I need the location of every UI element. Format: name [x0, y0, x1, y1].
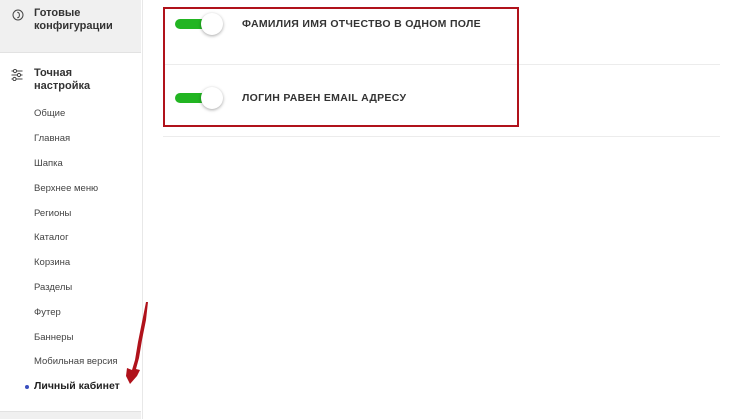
sidebar-item-regions[interactable]: Регионы — [34, 208, 71, 220]
sidebar-ready-label-line1: Готовые — [34, 7, 81, 19]
sliders-icon — [11, 69, 23, 81]
toggle-knob — [201, 87, 223, 109]
sidebar-ready-label-line2: конфигурации — [34, 20, 113, 32]
sidebar-item-cart[interactable]: Корзина — [34, 257, 70, 269]
toggle-knob — [201, 13, 223, 35]
sidebar-item-personal-account[interactable]: Личный кабинет — [34, 380, 120, 392]
active-item-dot — [25, 385, 29, 389]
circle-info-icon — [12, 9, 24, 21]
sidebar-item-top-menu[interactable]: Верхнее меню — [34, 183, 98, 195]
row-divider — [163, 64, 720, 65]
setting-row-fio-single-field: ФАМИЛИЯ ИМЯ ОТЧЕСТВО В ОДНОМ ПОЛЕ — [163, 5, 720, 65]
sidebar-section-ready-configs[interactable]: Готовые конфигурации — [0, 0, 141, 53]
settings-page: Готовые конфигурации Точная настройка Об… — [0, 0, 740, 419]
fio-single-field-toggle[interactable] — [175, 13, 223, 35]
sidebar-fine-label-line2: настройка — [34, 80, 91, 92]
sidebar-item-footer[interactable]: Футер — [34, 307, 61, 319]
setting-row-login-is-email: ЛОГИН РАВЕН EMAIL АДРЕСУ — [163, 80, 720, 140]
sidebar-item-catalog[interactable]: Каталог — [34, 232, 69, 244]
sidebar-item-header[interactable]: Шапка — [34, 158, 63, 170]
sidebar-item-main[interactable]: Главная — [34, 133, 70, 145]
sidebar-item-banners[interactable]: Баннеры — [34, 332, 73, 344]
sidebar-fine-label-line1: Точная — [34, 67, 73, 79]
sidebar-section-fine-tuning: Точная настройка Общие Главная Шапка Вер… — [0, 52, 141, 419]
login-is-email-toggle[interactable] — [175, 87, 223, 109]
sidebar-section-title[interactable]: Точная настройка — [34, 67, 138, 93]
sidebar-section-title: Готовые конфигурации — [34, 7, 138, 33]
row-divider — [163, 136, 720, 137]
sidebar-item-mobile[interactable]: Мобильная версия — [34, 356, 118, 368]
sidebar-item-sections[interactable]: Разделы — [34, 282, 72, 294]
sidebar-item-general[interactable]: Общие — [34, 108, 65, 120]
setting-label: ФАМИЛИЯ ИМЯ ОТЧЕСТВО В ОДНОМ ПОЛЕ — [242, 18, 481, 30]
sidebar-next-section[interactable] — [0, 411, 141, 419]
setting-label: ЛОГИН РАВЕН EMAIL АДРЕСУ — [242, 92, 407, 104]
sidebar: Готовые конфигурации Точная настройка Об… — [0, 0, 143, 419]
